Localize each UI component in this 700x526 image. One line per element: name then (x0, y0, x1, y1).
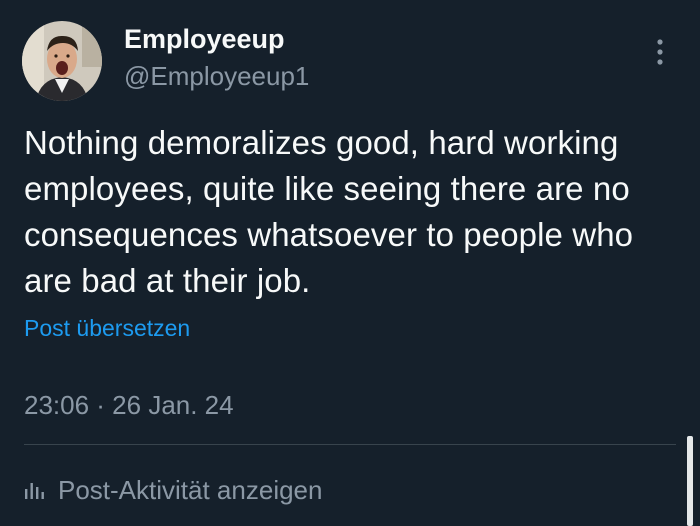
view-post-activity-button[interactable]: Post-Aktivität anzeigen (22, 470, 322, 510)
post-text: Nothing demoralizes good, hard working e… (24, 124, 634, 299)
divider (24, 444, 676, 445)
translate-post-link[interactable]: Post übersetzen (24, 315, 190, 342)
scrollbar[interactable] (687, 436, 693, 526)
analytics-bars-icon (25, 483, 44, 499)
avatar[interactable] (22, 21, 102, 101)
more-options-button[interactable] (642, 34, 678, 70)
view-post-activity-label: Post-Aktivität anzeigen (58, 474, 323, 505)
avatar-image (22, 21, 102, 101)
tweet-detail: Employeeup @Employeeup1 Nothing demorali… (0, 0, 700, 526)
post-timestamp[interactable]: 23:06 · 26 Jan. 24 (24, 390, 234, 421)
more-vertical-icon (657, 39, 663, 65)
author-display-name[interactable]: Employeeup (124, 24, 285, 55)
author-handle[interactable]: @Employeeup1 (124, 61, 309, 92)
